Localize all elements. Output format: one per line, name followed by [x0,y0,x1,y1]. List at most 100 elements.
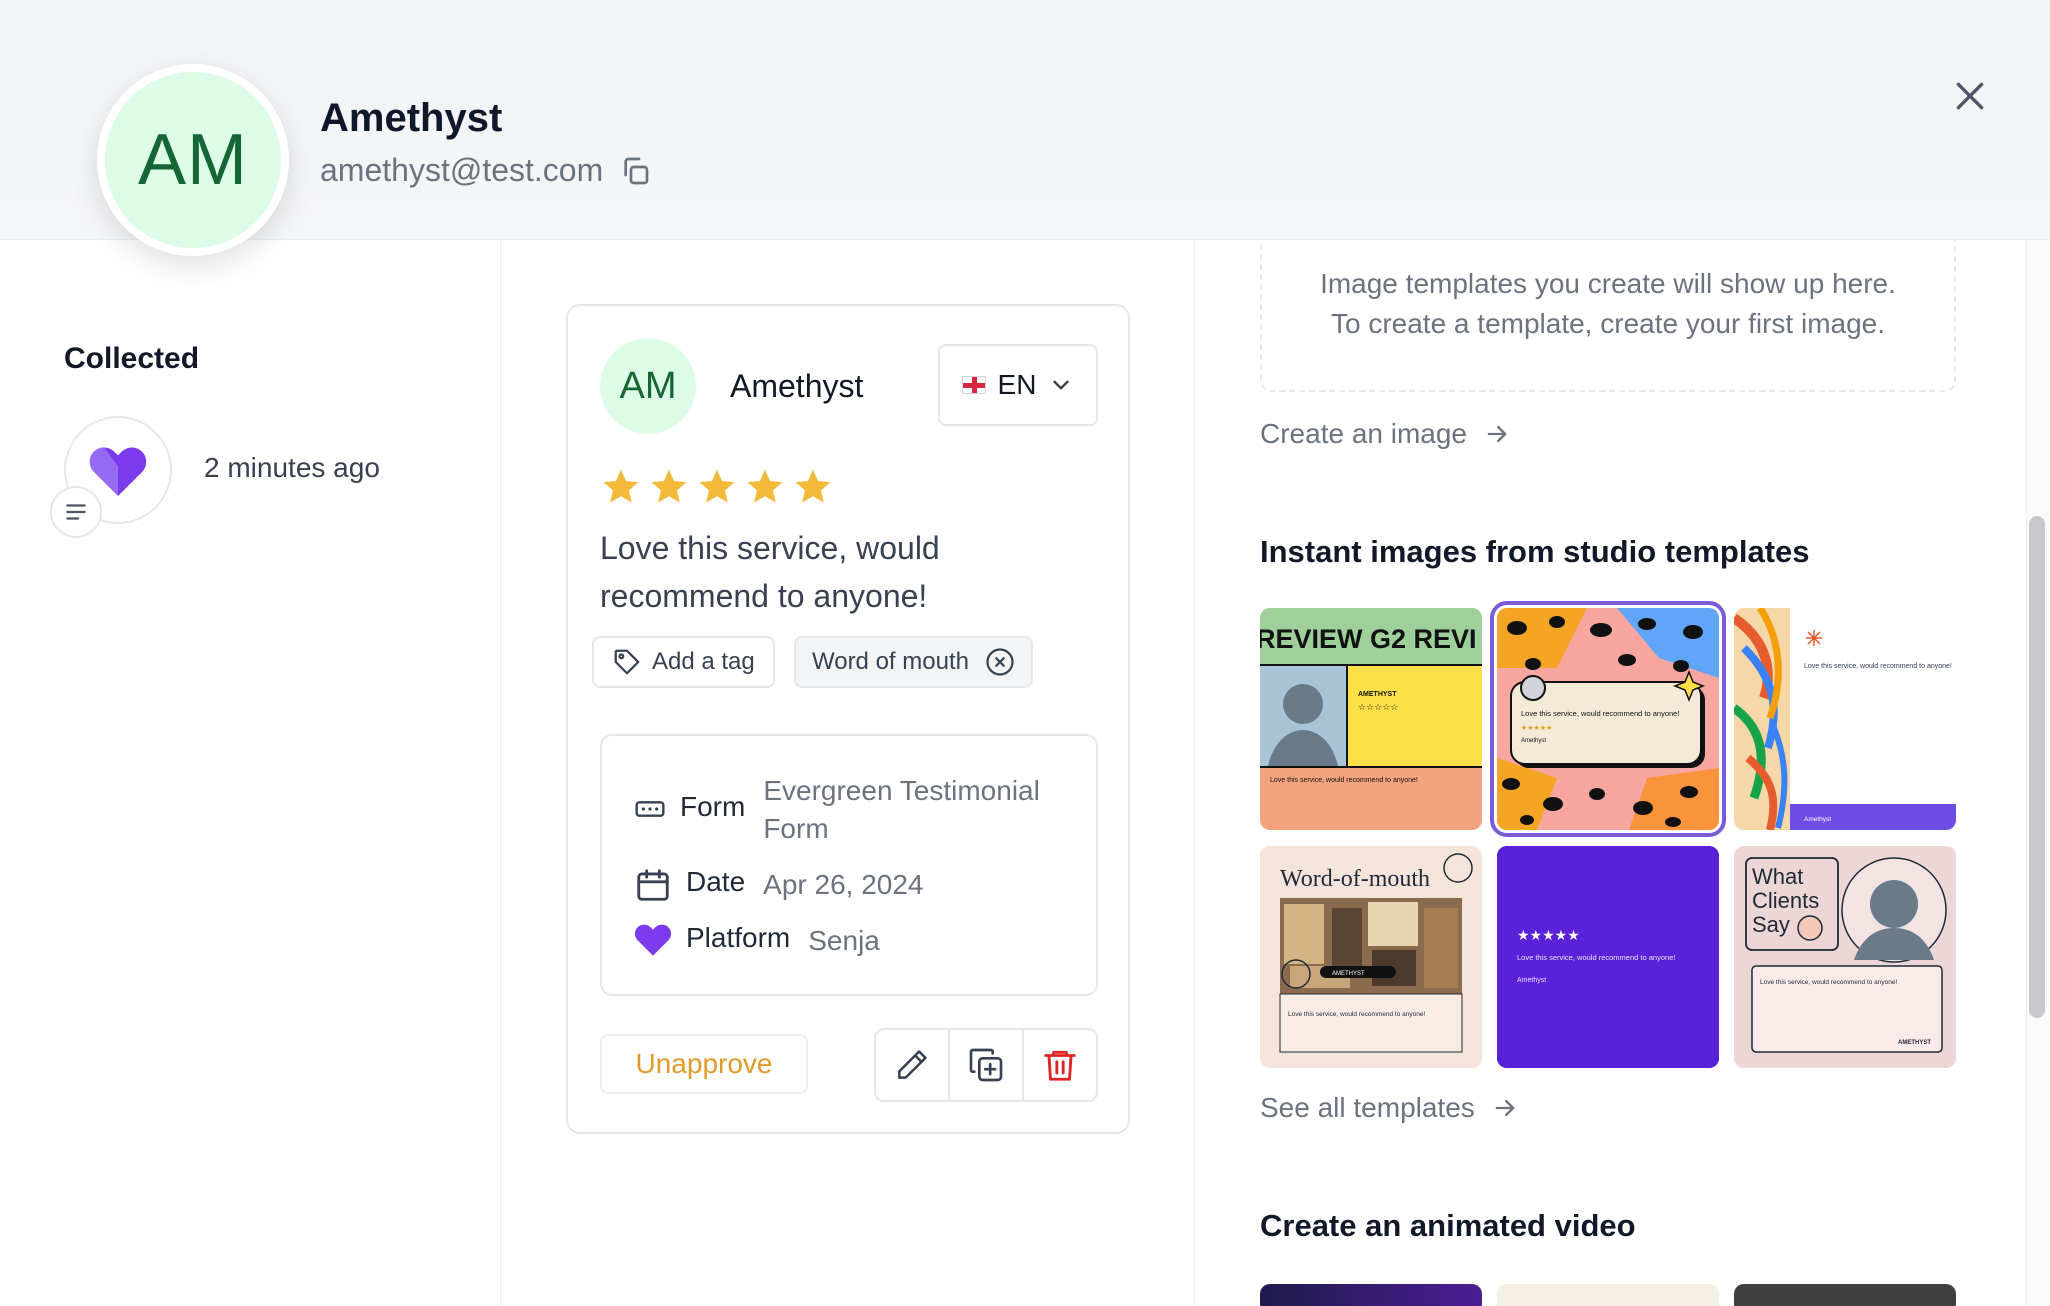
star-rating [600,466,834,508]
avatar: AM [97,64,289,256]
template-name: Amethyst [1521,738,1546,744]
svg-text:★★★★★: ★★★★★ [1521,724,1552,732]
pencil-icon [898,1050,927,1079]
arrow-right-icon [1495,1099,1515,1117]
see-all-templates-link[interactable]: See all templates [1260,1092,1519,1124]
template-title-line: What [1752,864,1803,889]
empty-line-2: To create a template, create your first … [1330,308,1886,339]
template-text: Love this service, would recommend to an… [1521,709,1679,718]
edit-button[interactable] [876,1030,950,1100]
review-text: Love this service, would recommend to an… [600,530,940,614]
video-template-thumbnail[interactable] [1734,1284,1956,1306]
email-row: amethyst@test.com [320,152,651,189]
template-word-of-mouth-graphic: Word-of-mouth AMETHYST Love this service… [1260,846,1482,1068]
arrow-right-icon [1487,425,1507,443]
notes-icon [66,504,86,520]
meta-platform-row: Platform Senja [634,922,880,960]
template-purple-graphic: ★★★★★ Love this service, would recommend… [1497,846,1719,1068]
template-title: Word-of-mouth [1280,866,1430,892]
unapprove-button[interactable]: Unapprove [600,1034,808,1094]
language-select[interactable]: EN [938,344,1098,426]
template-thumbnail[interactable]: Word-of-mouth AMETHYST Love this service… [1260,846,1482,1068]
meta-date-label: Date [686,866,746,897]
page-title: Amethyst [320,96,503,140]
template-thumbnail[interactable]: What Clients Say Love this service, woul… [1734,846,1956,1068]
delete-button[interactable] [1024,1030,1096,1100]
template-text: Love this service, would recommend to an… [1517,953,1675,962]
meta-form-row: Form Evergreen Testimonial Form [634,772,1063,848]
add-tag-button[interactable]: Add a tag [592,636,775,688]
instant-images-heading: Instant images from studio templates [1260,534,1810,569]
video-template-thumbnail[interactable] [1497,1284,1719,1306]
card-actions [874,1028,1098,1102]
meta-date-value: Apr 26, 2024 [763,869,924,900]
metadata-box: Form Evergreen Testimonial Form Date Apr… [600,734,1098,996]
meta-form-value[interactable]: Evergreen Testimonial Form [763,772,1063,848]
see-all-label: See all templates [1260,1092,1475,1123]
contact-email: amethyst@test.com [320,152,604,188]
template-name: AMETHYST [1358,691,1397,698]
add-tag-label: Add a tag [652,648,755,675]
template-what-clients-say-graphic: What Clients Say Love this service, woul… [1734,846,1956,1068]
template-thumbnail[interactable]: REVIEW G2 REVI AMETHYST ☆☆☆☆☆ Love this … [1260,608,1482,830]
card-author-name: Amethyst [730,368,864,404]
notes-badge[interactable] [50,486,102,538]
flag-icon [961,376,986,394]
column-divider [1194,240,1195,1306]
template-name: Amethyst [1804,816,1831,823]
tag-icon [614,649,640,675]
calendar-icon [637,869,669,901]
template-text: Love this service, would recommend to an… [1804,663,1952,670]
chevron-down-icon [1053,380,1070,390]
template-leopard-graphic: Love this service, would recommend to an… [1497,608,1719,830]
star-icon [747,469,783,503]
meta-form-label: Form [680,791,746,822]
tag-label: Word of mouth [812,648,969,675]
header: Amethyst amethyst@test.com [0,0,2050,240]
scrollbar-thumb[interactable] [2029,516,2045,1018]
collected-heading: Collected [64,342,200,375]
create-image-link[interactable]: Create an image [1260,418,1511,450]
template-name: AMETHYST [1332,971,1365,977]
meta-platform-value: Senja [808,925,880,956]
card-avatar: AM [600,338,696,434]
template-text: Love this service, would recommend to an… [1270,777,1418,784]
heart-icon [89,447,147,496]
star-icon [795,469,831,503]
testimonial-detail-page: Amethyst amethyst@test.com AM Collected … [0,0,2050,1306]
template-thumbnail[interactable]: Love this service, would recommend to an… [1490,601,1726,837]
create-image-label: Create an image [1260,418,1468,449]
template-thumbnail[interactable]: Love this service, would recommend to an… [1734,608,1956,830]
meta-platform-label: Platform [686,922,791,953]
template-thumbnail[interactable]: ★★★★★ Love this service, would recommend… [1497,846,1719,1068]
heart-icon [634,924,672,956]
template-title-line: Clients [1752,888,1819,913]
trash-icon [1044,1050,1076,1081]
template-title-line: Say [1752,912,1790,937]
template-stars: ★★★★★ [1517,928,1580,944]
video-template-thumbnail[interactable] [1260,1284,1482,1306]
star-icon [603,469,639,503]
empty-line-1: Image templates you create will show up … [1320,268,1896,299]
template-review-g2-graphic: REVIEW G2 REVI AMETHYST ☆☆☆☆☆ Love this … [1260,608,1482,784]
template-name: AMETHYST [1898,1040,1931,1046]
collected-timestamp: 2 minutes ago [204,452,380,483]
form-icon [635,801,665,817]
star-icon [651,469,687,503]
template-text: Love this service, would recommend to an… [1288,1011,1425,1018]
empty-templates-message: Image templates you create will show up … [1260,264,1956,344]
template-name: Amethyst [1517,977,1546,984]
close-circle-icon [986,648,1014,676]
svg-text:☆☆☆☆☆: ☆☆☆☆☆ [1358,703,1398,713]
column-divider [500,240,501,1306]
star-icon [699,469,735,503]
close-button[interactable] [1950,76,1990,116]
copy-email-button[interactable] [619,155,651,187]
duplicate-button[interactable] [950,1030,1024,1100]
tag-chip: Word of mouth [794,636,1033,688]
template-text: Love this service, would recommend to an… [1760,979,1897,986]
remove-tag-button[interactable] [985,647,1015,677]
template-banner-text: REVIEW G2 REVI [1260,624,1477,654]
meta-date-row: Date Apr 26, 2024 [634,866,924,904]
testimonial-card: AM Amethyst EN Love this service, would … [566,304,1130,1134]
